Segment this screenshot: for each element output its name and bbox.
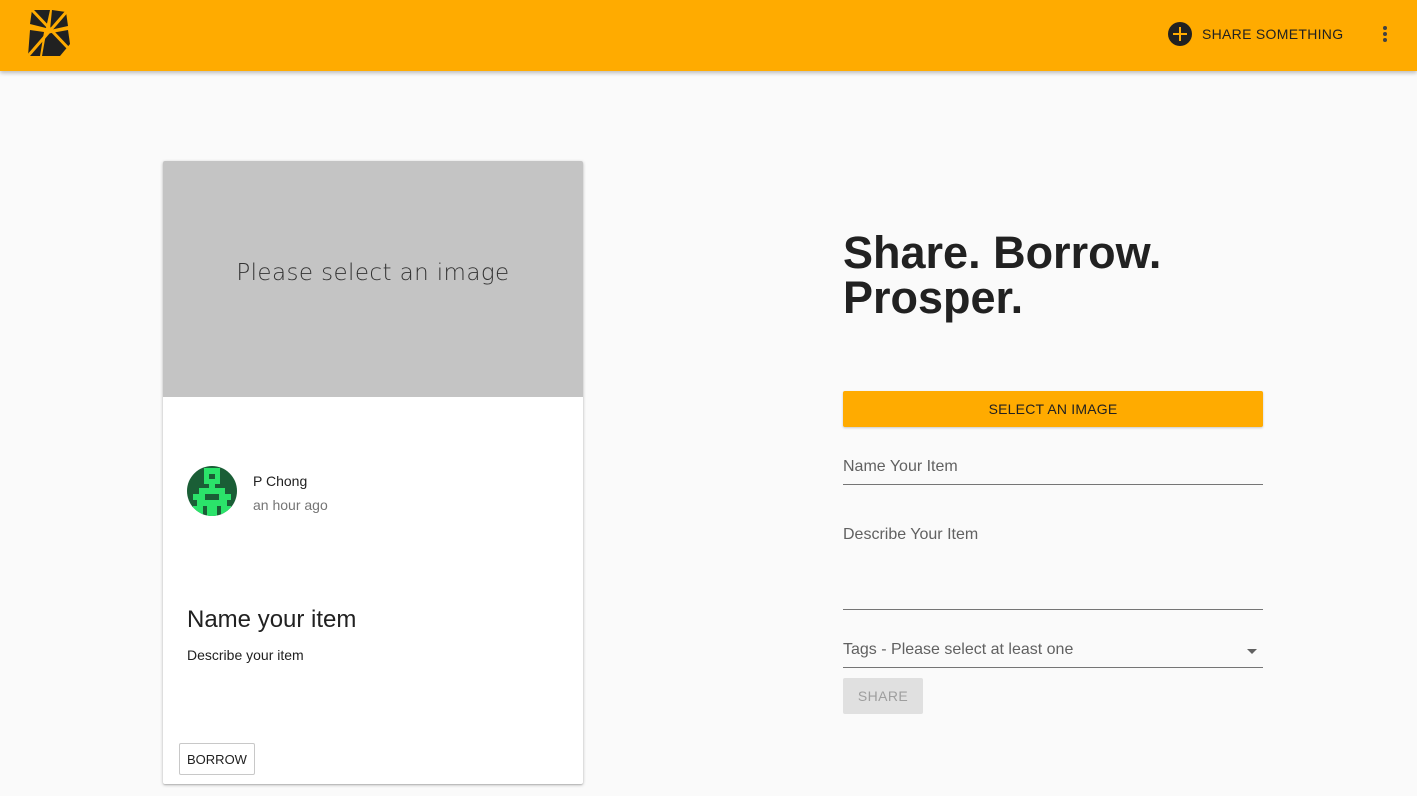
- boomtown-logo-icon[interactable]: [26, 6, 72, 58]
- tags-select[interactable]: Tags - Please select at least one: [843, 641, 1263, 668]
- owner-timestamp: an hour ago: [253, 497, 328, 513]
- owner-name: P Chong: [253, 473, 308, 489]
- share-submit-button[interactable]: SHARE: [843, 678, 923, 714]
- plus-circle-icon: [1168, 22, 1192, 46]
- page-headline: Share. Borrow. Prosper.: [843, 227, 1162, 323]
- item-title: Name your item: [187, 606, 357, 633]
- app-bar: SHARE SOMETHING: [0, 0, 1417, 71]
- borrow-button[interactable]: BORROW: [179, 743, 255, 775]
- item-description: Describe your item: [187, 647, 304, 663]
- item-image-placeholder: Please select an image: [163, 161, 583, 397]
- item-description-input[interactable]: [843, 526, 1263, 606]
- item-preview-card: Please select an image P Chong an hour a…: [163, 161, 583, 784]
- identicon-avatar: [187, 466, 237, 516]
- item-description-field: [843, 526, 1263, 610]
- share-something-button[interactable]: SHARE SOMETHING: [1160, 16, 1351, 52]
- dropdown-arrow-icon: [1247, 649, 1257, 654]
- item-name-input[interactable]: [843, 458, 1263, 476]
- tags-placeholder: Tags - Please select at least one: [843, 641, 1074, 658]
- share-something-label: SHARE SOMETHING: [1202, 26, 1344, 42]
- item-name-field: [843, 458, 1263, 485]
- select-image-button[interactable]: SELECT AN IMAGE: [843, 391, 1263, 427]
- more-vert-icon[interactable]: [1372, 22, 1396, 46]
- image-placeholder-text: Please select an image: [236, 260, 510, 286]
